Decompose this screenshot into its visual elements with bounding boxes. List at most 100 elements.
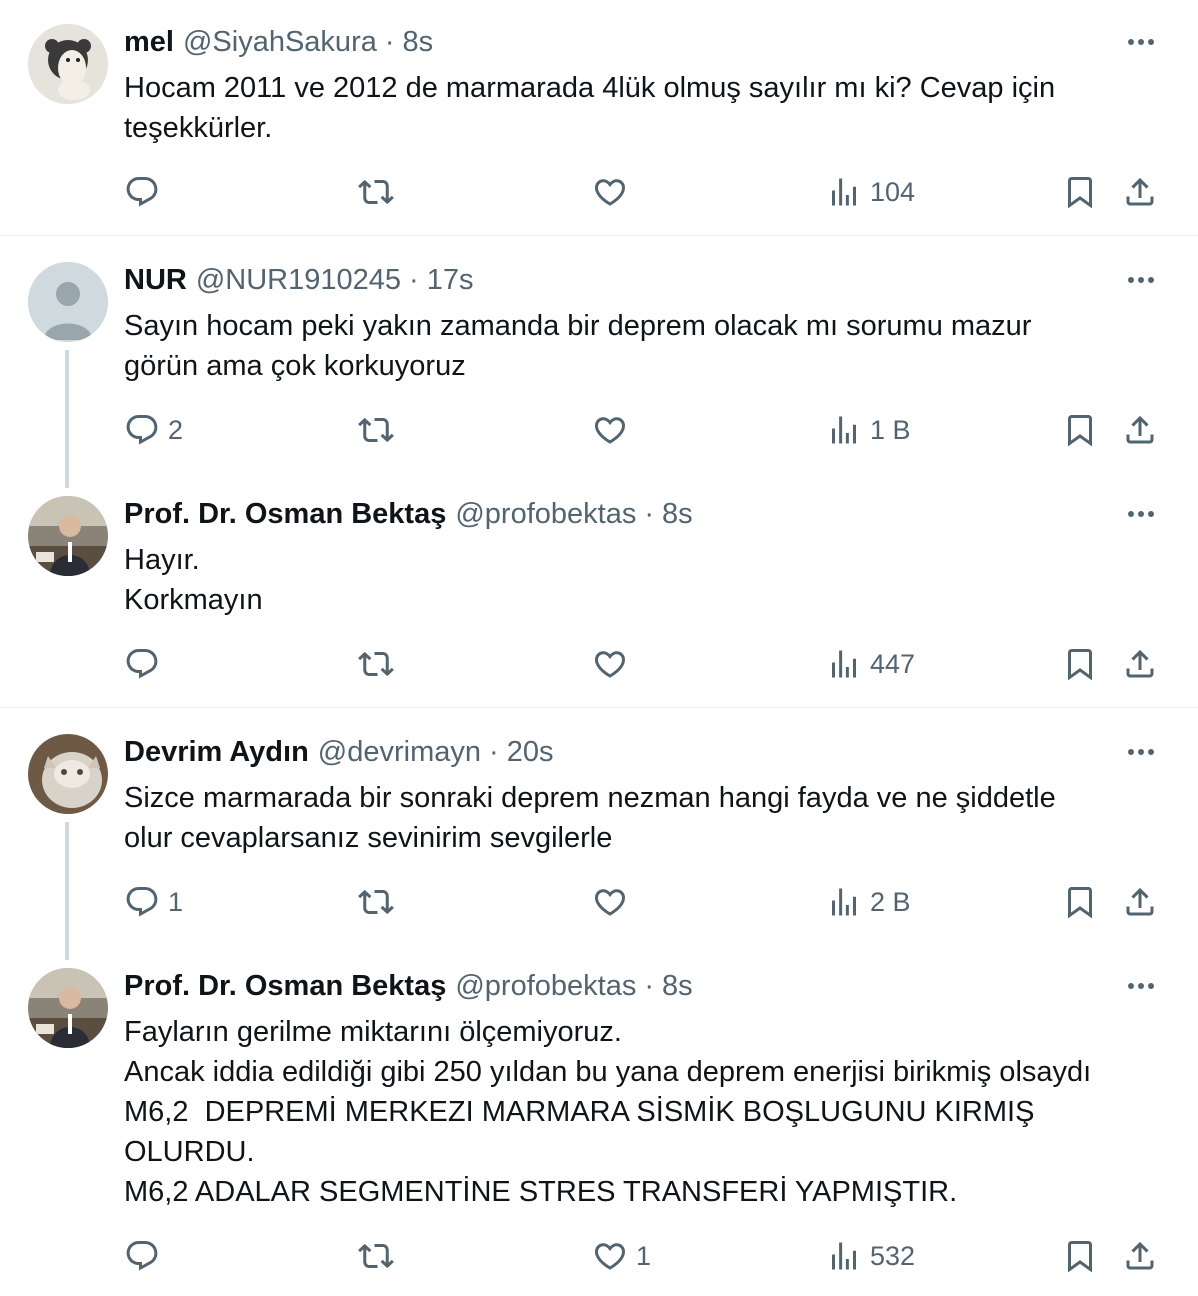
heart-icon: [592, 1238, 628, 1274]
views-button[interactable]: 447: [826, 640, 915, 688]
bar-chart-icon: [826, 884, 862, 920]
more-button[interactable]: [1118, 502, 1164, 526]
default-profile-icon: [28, 262, 108, 342]
like-count: 1: [636, 1240, 652, 1271]
tweet-text: Fayların gerilme miktarını ölçemiyoruz. …: [124, 1012, 1184, 1212]
retweet-icon: [358, 412, 394, 448]
heart-icon: [592, 412, 628, 448]
text-line: Hayır.: [124, 544, 200, 576]
author-name[interactable]: Prof. Dr. Osman Bektaş: [124, 498, 446, 531]
author-handle[interactable]: @profobektas: [455, 498, 636, 531]
views-button[interactable]: 532: [826, 1232, 915, 1280]
share-upload-icon: [1122, 412, 1158, 448]
text-line: görün ama çok korkuyoruz: [124, 350, 466, 382]
view-count: 532: [870, 1240, 916, 1271]
separator-dot: ·: [644, 969, 654, 1002]
bookmark-icon: [1062, 412, 1098, 448]
action-bar: 104: [0, 168, 1198, 216]
bookmark-button[interactable]: [1062, 878, 1098, 926]
like-button[interactable]: [592, 168, 636, 216]
more-button[interactable]: [1118, 30, 1164, 54]
author-name[interactable]: Devrim Aydın: [124, 736, 309, 769]
bookmark-button[interactable]: [1062, 168, 1098, 216]
retweet-icon: [358, 884, 394, 920]
view-count: 447: [870, 648, 916, 679]
timestamp[interactable]: 8s: [403, 26, 434, 59]
separator-dot: ·: [644, 497, 654, 530]
avatar[interactable]: [28, 968, 108, 1048]
views-button[interactable]: 104: [826, 168, 915, 216]
text-line: M6,2 ADALAR SEGMENTİNE STRES TRANSFERİ Y…: [124, 1176, 958, 1208]
text-line: Hocam 2011 ve 2012 de marmarada 4lük olm…: [124, 72, 1056, 104]
like-button[interactable]: 1: [592, 1232, 651, 1280]
share-button[interactable]: [1122, 406, 1158, 454]
more-button[interactable]: [1118, 974, 1164, 998]
text-line: Ancak iddia edildiği gibi 250 yıldan bu …: [124, 1056, 1092, 1088]
share-button[interactable]: [1122, 878, 1158, 926]
avatar[interactable]: [28, 734, 108, 814]
more-button[interactable]: [1118, 740, 1164, 764]
retweet-button[interactable]: [358, 640, 394, 688]
reply-bubble-icon: [124, 1238, 160, 1274]
views-button[interactable]: 1 B: [826, 406, 911, 454]
share-button[interactable]: [1122, 640, 1158, 688]
action-bar: 1 2 B: [0, 878, 1198, 926]
text-line: Korkmayın: [124, 584, 263, 616]
like-button[interactable]: [592, 640, 636, 688]
author-handle[interactable]: @devrimayn: [318, 736, 481, 769]
retweet-icon: [358, 1238, 394, 1274]
retweet-button[interactable]: [358, 406, 394, 454]
professor-photo-image: [28, 968, 108, 1048]
timestamp[interactable]: 20s: [507, 736, 554, 769]
share-button[interactable]: [1122, 168, 1158, 216]
reply-bubble-icon: [124, 412, 160, 448]
like-button[interactable]: [592, 406, 636, 454]
retweet-button[interactable]: [358, 1232, 394, 1280]
view-count: 2 B: [870, 886, 911, 917]
share-button[interactable]: [1122, 1232, 1158, 1280]
separator-dot: ·: [489, 735, 499, 768]
reply-button[interactable]: 1: [124, 878, 183, 926]
heart-icon: [592, 174, 628, 210]
reply-button[interactable]: [124, 1232, 168, 1280]
separator-dot: ·: [384, 25, 395, 58]
more-button[interactable]: [1118, 268, 1164, 292]
author-name[interactable]: mel: [124, 26, 174, 59]
reply-button[interactable]: [124, 168, 168, 216]
reply-bubble-icon: [124, 174, 160, 210]
author-handle[interactable]: @profobektas: [455, 970, 636, 1003]
tweet-header: NUR @NUR1910245 · 17s: [124, 260, 473, 300]
reply-button[interactable]: 2: [124, 406, 183, 454]
avatar[interactable]: [28, 262, 108, 342]
author-name[interactable]: NUR: [124, 264, 187, 297]
retweet-button[interactable]: [358, 878, 394, 926]
text-line: olur cevaplarsanız sevinirim sevgilerle: [124, 822, 613, 854]
reply-button[interactable]: [124, 640, 168, 688]
more-horizontal-icon: [1126, 37, 1156, 47]
timestamp[interactable]: 8s: [662, 970, 693, 1003]
view-count: 104: [870, 176, 916, 207]
retweet-button[interactable]: [358, 168, 394, 216]
avatar[interactable]: [28, 24, 108, 104]
timestamp[interactable]: 17s: [427, 264, 474, 297]
timestamp[interactable]: 8s: [662, 498, 693, 531]
divider: [0, 235, 1198, 236]
tweet-header: Prof. Dr. Osman Bektaş @profobektas · 8s: [124, 494, 693, 534]
author-name[interactable]: Prof. Dr. Osman Bektaş: [124, 970, 446, 1003]
tweet-text: Sizce marmarada bir sonraki deprem nezma…: [124, 778, 1184, 858]
share-upload-icon: [1122, 884, 1158, 920]
separator-dot: ·: [409, 263, 419, 296]
bookmark-button[interactable]: [1062, 1232, 1098, 1280]
cat-photo-image: [28, 734, 108, 814]
action-bar: 447: [0, 640, 1198, 688]
avatar[interactable]: [28, 496, 108, 576]
bookmark-button[interactable]: [1062, 640, 1098, 688]
text-line: M6,2 DEPREMİ MERKEZI MARMARA SİSMİK BOŞL…: [124, 1096, 1035, 1128]
author-handle[interactable]: @SiyahSakura: [183, 26, 377, 59]
bar-chart-icon: [826, 646, 862, 682]
divider: [0, 707, 1198, 708]
views-button[interactable]: 2 B: [826, 878, 911, 926]
author-handle[interactable]: @NUR1910245: [196, 264, 401, 297]
bookmark-button[interactable]: [1062, 406, 1098, 454]
like-button[interactable]: [592, 878, 636, 926]
